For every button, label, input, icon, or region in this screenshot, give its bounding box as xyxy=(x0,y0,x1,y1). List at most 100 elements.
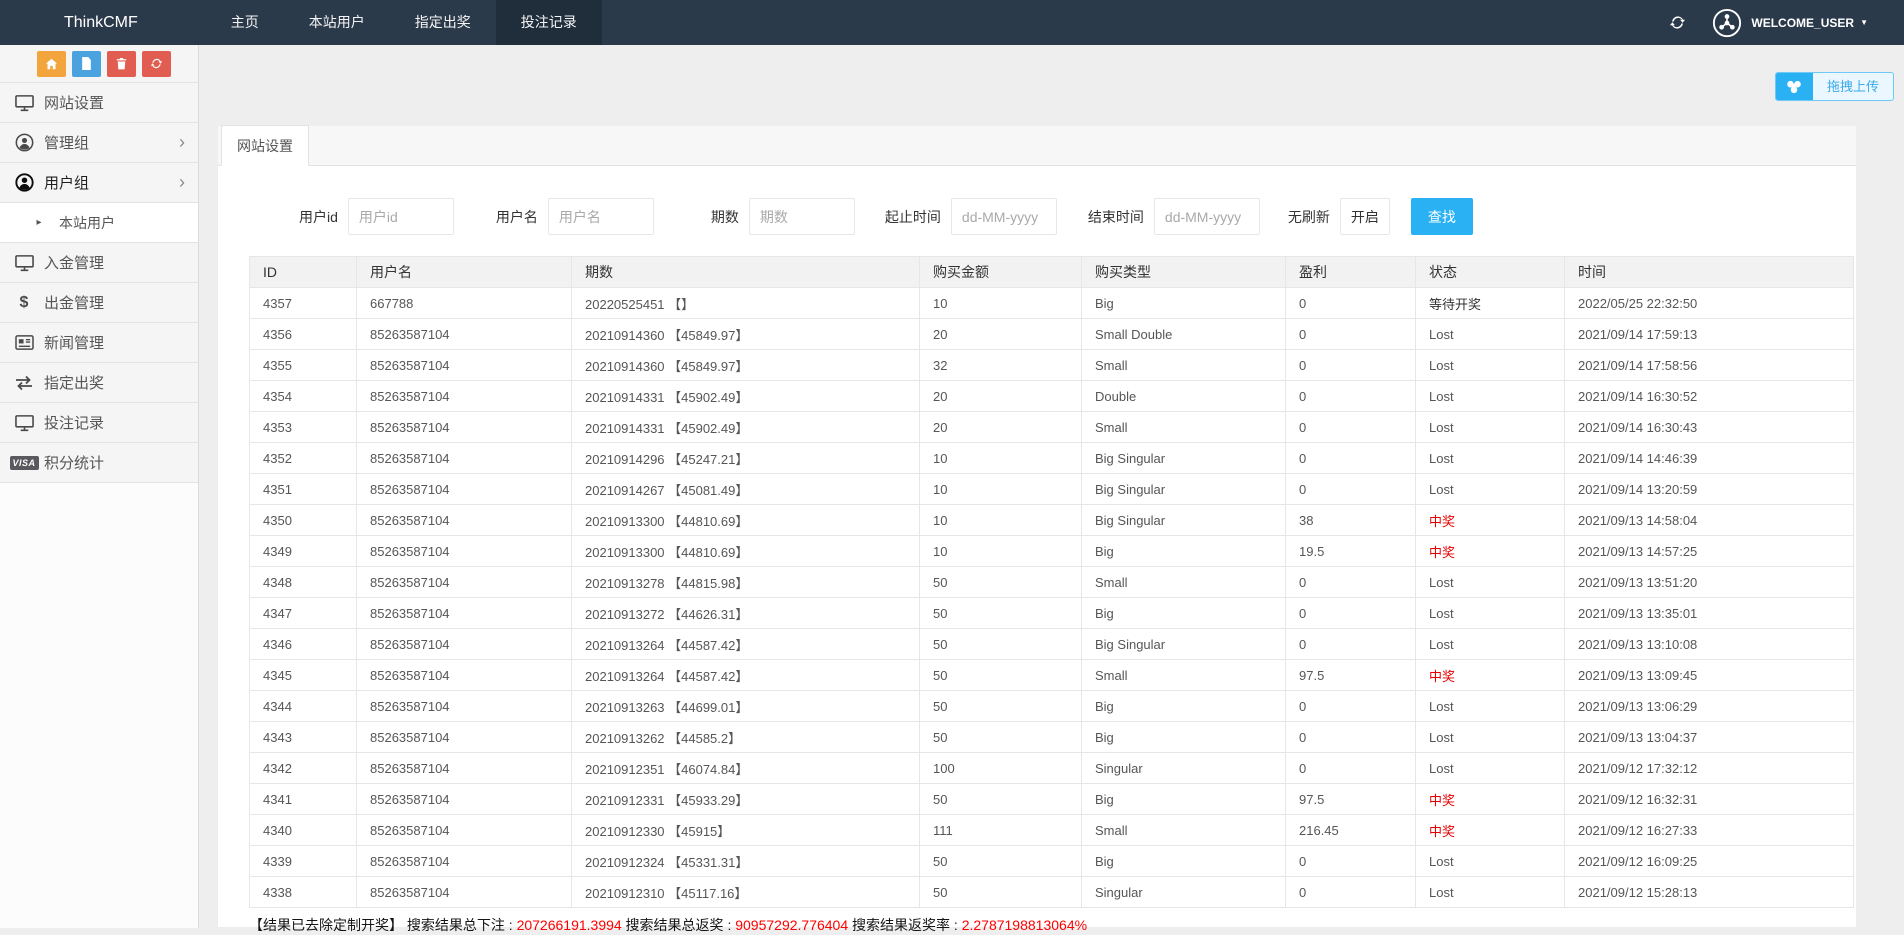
table-cell-id: 4357 xyxy=(250,288,357,319)
nav-item[interactable]: 投注记录 xyxy=(496,0,602,45)
sidebar-item-label: 新闻管理 xyxy=(44,332,104,353)
table-cell-amount: 50 xyxy=(920,691,1082,722)
quick-button-home[interactable] xyxy=(37,51,66,77)
table-cell-period: 20210914331 【45902.49】 xyxy=(572,381,920,412)
table-cell-id: 4350 xyxy=(250,505,357,536)
filter-input[interactable] xyxy=(348,198,454,235)
table-row: 43418526358710420210912331 【45933.29】50B… xyxy=(250,784,1854,815)
nav-item[interactable]: 主页 xyxy=(206,0,284,45)
table-cell-user: 85263587104 xyxy=(357,474,572,505)
filter-input[interactable] xyxy=(749,198,855,235)
table-cell-time: 2021/09/14 16:30:52 xyxy=(1565,381,1854,412)
table-cell-id: 4341 xyxy=(250,784,357,815)
table-cell-status: Lost xyxy=(1416,381,1565,412)
table-cell-time: 2021/09/14 17:59:13 xyxy=(1565,319,1854,350)
quick-button-recycle[interactable] xyxy=(142,51,171,77)
table-cell-amount: 50 xyxy=(920,629,1082,660)
table-cell-type: Big Singular xyxy=(1082,505,1286,536)
main-content: 拖拽上传 网站设置 用户id用户名期数起止时间结束时间无刷新开启查找 ID用户名… xyxy=(199,45,1904,928)
column-header: ID xyxy=(250,257,357,288)
no-refresh-toggle[interactable]: 开启 xyxy=(1340,198,1390,235)
sidebar-item[interactable]: 用户组› xyxy=(0,163,198,203)
quick-button-file[interactable] xyxy=(72,51,101,77)
table-cell-period: 20210913278 【44815.98】 xyxy=(572,567,920,598)
sidebar-item[interactable]: 新闻管理 xyxy=(0,323,198,363)
table-cell-status: Lost xyxy=(1416,877,1565,908)
monitor-icon xyxy=(12,254,36,272)
filter-label: 用户名 xyxy=(496,207,538,227)
table-cell-user: 85263587104 xyxy=(357,815,572,846)
column-header: 购买类型 xyxy=(1082,257,1286,288)
sidebar-item[interactable]: 投注记录 xyxy=(0,403,198,443)
nav-item[interactable]: 本站用户 xyxy=(284,0,390,45)
caret-down-icon[interactable]: ▼ xyxy=(1860,18,1868,27)
table-cell-profit: 19.5 xyxy=(1286,536,1416,567)
filter-group: 用户名 xyxy=(496,198,654,235)
chevron-right-icon: › xyxy=(179,133,185,151)
filter-label: 起止时间 xyxy=(885,207,941,227)
filter-label: 用户id xyxy=(299,207,338,227)
table-cell-time: 2021/09/12 16:27:33 xyxy=(1565,815,1854,846)
table-cell-profit: 0 xyxy=(1286,412,1416,443)
nav-item[interactable]: 指定出奖 xyxy=(390,0,496,45)
table-cell-type: Small xyxy=(1082,815,1286,846)
panel-body: 用户id用户名期数起止时间结束时间无刷新开启查找 ID用户名期数购买金额购买类型… xyxy=(218,166,1856,927)
table-cell-period: 20210912331 【45933.29】 xyxy=(572,784,920,815)
table-cell-profit: 0 xyxy=(1286,629,1416,660)
monitor-icon xyxy=(12,94,36,112)
search-button[interactable]: 查找 xyxy=(1411,198,1473,235)
sidebar-item[interactable]: ▸本站用户 xyxy=(0,203,198,243)
sidebar-item[interactable]: $出金管理 xyxy=(0,283,198,323)
table-row: 43408526358710420210912330 【45915】111Sma… xyxy=(250,815,1854,846)
table-cell-type: Small xyxy=(1082,412,1286,443)
table-cell-time: 2021/09/13 13:09:45 xyxy=(1565,660,1854,691)
sidebar: 网站设置管理组›用户组›▸本站用户入金管理$出金管理新闻管理指定出奖投注记录VI… xyxy=(0,45,199,928)
table-row: 43448526358710420210913263 【44699.01】50B… xyxy=(250,691,1854,722)
sidebar-item[interactable]: VISA积分统计 xyxy=(0,443,198,483)
nav-menu: 主页本站用户指定出奖投注记录 xyxy=(206,0,602,45)
caret-right-icon: ▸ xyxy=(27,217,51,228)
table-row: 43488526358710420210913278 【44815.98】50S… xyxy=(250,567,1854,598)
table-cell-id: 4345 xyxy=(250,660,357,691)
table-cell-amount: 111 xyxy=(920,815,1082,846)
sidebar-item[interactable]: 指定出奖 xyxy=(0,363,198,403)
table-cell-status: Lost xyxy=(1416,474,1565,505)
sidebar-item[interactable]: 网站设置 xyxy=(0,83,198,123)
sidebar-filler xyxy=(0,483,198,928)
table-cell-type: Big xyxy=(1082,288,1286,319)
sidebar-item-label: 出金管理 xyxy=(44,292,104,313)
table-cell-user: 85263587104 xyxy=(357,381,572,412)
sidebar-item[interactable]: 入金管理 xyxy=(0,243,198,283)
filter-input[interactable] xyxy=(1154,198,1260,235)
table-cell-id: 4339 xyxy=(250,846,357,877)
filter-input[interactable] xyxy=(548,198,654,235)
table-cell-type: Big xyxy=(1082,784,1286,815)
user-menu[interactable]: WELCOME_USER xyxy=(1751,16,1854,30)
column-header: 状态 xyxy=(1416,257,1565,288)
table-cell-period: 20210912310 【45117.16】 xyxy=(572,877,920,908)
table-cell-user: 85263587104 xyxy=(357,660,572,691)
table-cell-id: 4356 xyxy=(250,319,357,350)
quick-button-trash[interactable] xyxy=(107,51,136,77)
drag-upload-button[interactable]: 拖拽上传 xyxy=(1775,72,1894,101)
table-cell-user: 85263587104 xyxy=(357,691,572,722)
refresh-icon[interactable] xyxy=(1669,14,1686,31)
sidebar-item-label: 网站设置 xyxy=(44,92,104,113)
tab-site-settings[interactable]: 网站设置 xyxy=(221,125,309,166)
table-cell-amount: 32 xyxy=(920,350,1082,381)
visa-icon: VISA xyxy=(12,456,36,470)
user-group-icon xyxy=(12,173,36,192)
filter-input[interactable] xyxy=(951,198,1057,235)
table-cell-period: 20210914331 【45902.49】 xyxy=(572,412,920,443)
avatar[interactable] xyxy=(1712,8,1742,38)
brand-logo[interactable]: ThinkCMF xyxy=(64,0,138,45)
table-cell-period: 20210913264 【44587.42】 xyxy=(572,629,920,660)
sidebar-item[interactable]: 管理组› xyxy=(0,123,198,163)
table-cell-type: Big Singular xyxy=(1082,629,1286,660)
table-row: 43388526358710420210912310 【45117.16】50S… xyxy=(250,877,1854,908)
table-cell-time: 2021/09/12 15:28:13 xyxy=(1565,877,1854,908)
table-cell-id: 4349 xyxy=(250,536,357,567)
table-cell-period: 20210912324 【45331.31】 xyxy=(572,846,920,877)
filter-form: 用户id用户名期数起止时间结束时间无刷新开启查找 xyxy=(218,198,1856,235)
table-cell-user: 85263587104 xyxy=(357,784,572,815)
